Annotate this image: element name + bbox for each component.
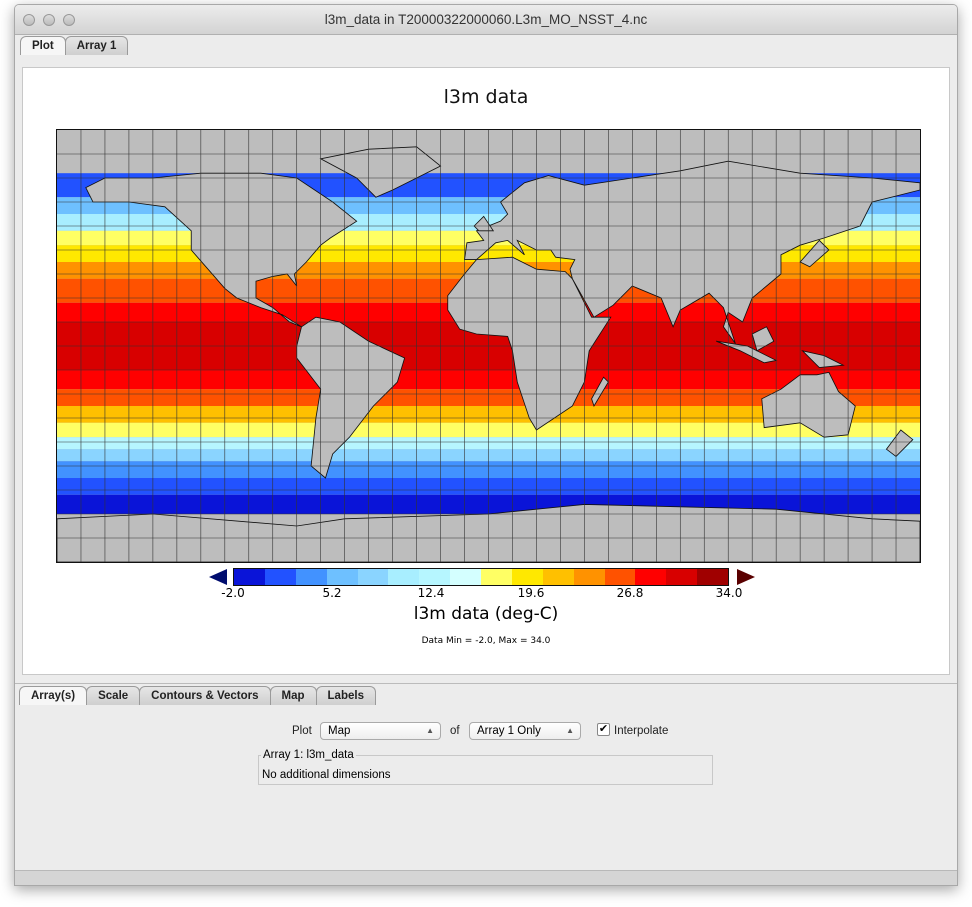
plot-panel: l3m data -2.0 5.2 12.4 19.6 26.8 34.0 l3… bbox=[22, 67, 950, 675]
colorbar-tick: -2.0 bbox=[221, 586, 245, 600]
colorbar-swatch bbox=[234, 569, 265, 585]
colorbar-tick: 34.0 bbox=[715, 586, 743, 600]
colorbar-swatch bbox=[573, 569, 605, 585]
status-bar bbox=[15, 870, 957, 885]
colorbar-swatch bbox=[326, 569, 358, 585]
interpolate-checkbox[interactable]: ✔ bbox=[597, 723, 610, 736]
colorbar-swatch bbox=[295, 569, 327, 585]
interpolate-label: Interpolate bbox=[614, 725, 669, 737]
close-window-button[interactable] bbox=[23, 14, 35, 26]
group-text: No additional dimensions bbox=[262, 769, 391, 781]
colorbar-swatch bbox=[666, 569, 698, 585]
map-svg bbox=[56, 130, 921, 563]
array-value: Array 1 Only bbox=[477, 725, 541, 737]
window-title: l3m_data in T20000322000060.L3m_MO_NSST_… bbox=[324, 12, 648, 27]
colorbar-swatch bbox=[419, 569, 451, 585]
plot-type-value: Map bbox=[328, 725, 351, 737]
updown-icon: ▲ bbox=[426, 726, 434, 735]
colorbar-swatch bbox=[542, 569, 574, 585]
colorbar-swatch bbox=[635, 569, 667, 585]
array-select[interactable]: Array 1 Only ▲ bbox=[469, 722, 581, 740]
plot-type-select[interactable]: Map ▲ bbox=[320, 722, 441, 740]
tab-arrays[interactable]: Array(s) bbox=[19, 686, 88, 705]
tab-scale[interactable]: Scale bbox=[86, 686, 141, 705]
array-dimensions-group: Array 1: l3m_data No additional dimensio… bbox=[258, 749, 713, 785]
over-range-arrow bbox=[737, 569, 755, 585]
minimize-window-button[interactable] bbox=[43, 14, 55, 26]
tab-plot[interactable]: Plot bbox=[20, 36, 66, 55]
tab-labels[interactable]: Labels bbox=[315, 686, 376, 705]
colorbar-swatch bbox=[357, 569, 389, 585]
of-label: of bbox=[450, 725, 460, 737]
group-title: Array 1: l3m_data bbox=[261, 749, 356, 761]
colorbar-tick: 26.8 bbox=[616, 586, 644, 600]
map-plot bbox=[56, 129, 921, 563]
data-range-text: Data Min = -2.0, Max = 34.0 bbox=[421, 636, 551, 646]
title-bar: l3m_data in T20000322000060.L3m_MO_NSST_… bbox=[15, 5, 957, 35]
colorbar-tick: 12.4 bbox=[417, 586, 445, 600]
colorbar-label: l3m data (deg-C) bbox=[413, 604, 559, 624]
colorbar-swatch bbox=[450, 569, 481, 585]
zoom-window-button[interactable] bbox=[63, 14, 75, 26]
colorbar bbox=[233, 568, 729, 586]
colorbar-swatch bbox=[604, 569, 636, 585]
plot-title: l3m data bbox=[443, 86, 529, 108]
updown-icon: ▲ bbox=[566, 726, 574, 735]
colorbar-swatch bbox=[511, 569, 543, 585]
colorbar-tick: 5.2 bbox=[322, 586, 342, 600]
plot-label: Plot bbox=[292, 725, 312, 737]
under-range-arrow bbox=[209, 569, 227, 585]
tab-contours-vectors[interactable]: Contours & Vectors bbox=[139, 686, 271, 705]
tab-array-1[interactable]: Array 1 bbox=[64, 36, 129, 55]
colorbar-swatch bbox=[388, 569, 420, 585]
colorbar-swatch bbox=[264, 569, 296, 585]
panoply-window: l3m_data in T20000322000060.L3m_MO_NSST_… bbox=[14, 4, 958, 886]
colorbar-swatch bbox=[481, 569, 512, 585]
tab-map[interactable]: Map bbox=[269, 686, 317, 705]
colorbar-tick: 19.6 bbox=[517, 586, 545, 600]
colorbar-swatch bbox=[697, 569, 728, 585]
